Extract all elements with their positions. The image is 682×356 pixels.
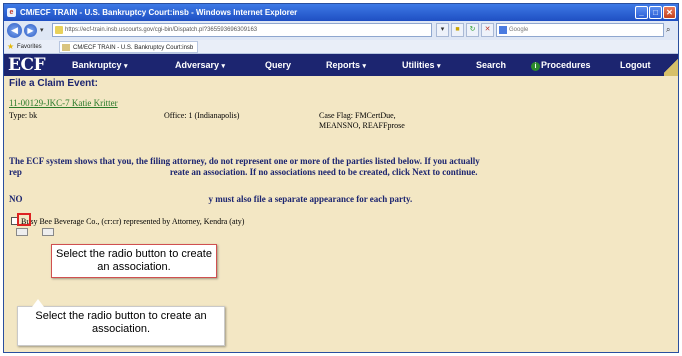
notice-line-2: rep reate an association. If no associati… — [9, 167, 674, 178]
tab-page-icon — [62, 44, 70, 51]
menu-label: Adversary — [175, 60, 220, 70]
menu-logout[interactable]: Logout — [620, 54, 651, 76]
page-icon — [55, 26, 63, 34]
page-title: File a Claim Event: — [9, 78, 98, 89]
notice-line-1: The ECF system shows that you, the filin… — [9, 156, 480, 166]
caret-down-icon: ▾ — [362, 63, 367, 70]
menu-query[interactable]: Query — [265, 54, 291, 76]
search-input[interactable]: Google — [496, 23, 664, 37]
address-dropdown-icon[interactable]: ▾ — [436, 23, 449, 37]
address-input[interactable]: https://ecf-train.insb.uscourts.gov/cgi-… — [52, 23, 432, 37]
notice-line-3-start: NO — [9, 194, 23, 204]
menu-utilities[interactable]: Utilities ▾ — [402, 54, 441, 76]
appearance-notice: NO y must also file a separate appearance… — [9, 194, 674, 204]
ie-app-icon: e — [7, 8, 16, 17]
stop-icon[interactable]: ✕ — [481, 23, 494, 37]
browser-window: e CM/ECF TRAIN - U.S. Bankruptcy Court:i… — [3, 3, 679, 353]
menu-procedures[interactable]: i Procedures — [531, 54, 591, 76]
corner-decoration — [664, 54, 678, 76]
caret-down-icon: ▾ — [124, 63, 128, 70]
close-icon[interactable]: ✕ — [663, 6, 676, 19]
caret-down-icon: ▾ — [437, 63, 441, 70]
association-notice: The ECF system shows that you, the filin… — [9, 156, 674, 178]
menu-bankruptcy[interactable]: Bankruptcy ▾ — [72, 54, 128, 76]
party-row: Busy Bee Beverage Co., (cr:cr) represent… — [11, 217, 244, 226]
menu-adversary[interactable]: Adversary ▾ — [175, 54, 225, 76]
minimize-icon[interactable]: _ — [635, 6, 648, 19]
maximize-icon[interactable]: □ — [649, 6, 662, 19]
favorites-star-icon[interactable]: ★ — [7, 40, 14, 54]
search-placeholder: Google — [509, 27, 529, 33]
menu-label: Reports — [326, 60, 361, 70]
page-content: File a Claim Event: 11-00129-JKC-7 Katie… — [4, 76, 678, 352]
back-icon[interactable]: ◀ — [7, 23, 22, 38]
radio-highlight-box — [17, 213, 31, 226]
case-flags: Case Flag: FMCertDue, MEANSNO, REAFFpros… — [319, 111, 439, 131]
address-bar-row: ◀ ▶ ▾ https://ecf-train.insb.uscourts.go… — [4, 21, 678, 40]
menu-label: Bankruptcy — [72, 60, 122, 70]
tooltip-callout-bottom: Select the radio button to create an ass… — [17, 299, 225, 346]
title-bar: e CM/ECF TRAIN - U.S. Bankruptcy Court:i… — [4, 4, 678, 21]
google-icon — [499, 26, 507, 34]
tab-current[interactable]: CM/ECF TRAIN - U.S. Bankruptcy Court:ins… — [59, 41, 199, 53]
menu-label: Procedures — [541, 60, 591, 70]
address-actions: ▾ ■ ↻ ✕ — [436, 23, 494, 37]
search-icon[interactable]: ⌕ — [666, 23, 676, 37]
next-button[interactable] — [16, 228, 28, 236]
window-controls: _ □ ✕ — [635, 6, 676, 19]
menu-label: Query — [265, 60, 292, 70]
case-flag-line-1: Case Flag: FMCertDue, — [319, 111, 396, 120]
info-icon: i — [531, 62, 540, 71]
case-office: Office: 1 (Indianapolis) — [164, 111, 240, 120]
menu-label: Logout — [620, 60, 651, 70]
menu-reports[interactable]: Reports ▾ — [326, 54, 366, 76]
party-text: Busy Bee Beverage Co., (cr:cr) represent… — [21, 217, 245, 226]
refresh-icon[interactable]: ↻ — [466, 23, 479, 37]
window-title: CM/ECF TRAIN - U.S. Bankruptcy Court:ins… — [20, 8, 298, 17]
menu-label: Search — [476, 60, 507, 70]
favorites-button[interactable]: Favorites — [17, 40, 42, 54]
case-number-link[interactable]: 11-00129-JKC-7 Katie Kritter — [9, 98, 118, 108]
caret-down-icon: ▾ — [221, 63, 226, 70]
notice-line-2-end: reate an association. If no associations… — [169, 167, 478, 177]
notice-line-3-end: y must also file a separate appearance f… — [208, 194, 413, 204]
address-text: https://ecf-train.insb.uscourts.gov/cgi-… — [65, 27, 258, 33]
forward-icon[interactable]: ▶ — [24, 24, 37, 37]
menu-search[interactable]: Search — [476, 54, 506, 76]
tab-title: CM/ECF TRAIN - U.S. Bankruptcy Court:ins… — [73, 45, 194, 51]
favorites-bar: ★ Favorites CM/ECF TRAIN - U.S. Bankrupt… — [4, 40, 678, 54]
ecf-logo: ECF — [8, 55, 46, 75]
tooltip-callout-top: Select the radio button to create an ass… — [51, 244, 217, 278]
case-type: Type: bk — [9, 111, 38, 120]
notice-line-2-start: rep — [9, 167, 22, 177]
dropdown-icon[interactable]: ▾ — [40, 26, 44, 34]
ecf-menu-bar: ECF Bankruptcy ▾ Adversary ▾ Query Repor… — [4, 54, 678, 76]
lock-icon[interactable]: ■ — [451, 23, 464, 37]
case-flag-line-2: MEANSNO, REAFFprose — [319, 121, 405, 130]
menu-label: Utilities — [402, 60, 435, 70]
clear-button[interactable] — [42, 228, 54, 236]
